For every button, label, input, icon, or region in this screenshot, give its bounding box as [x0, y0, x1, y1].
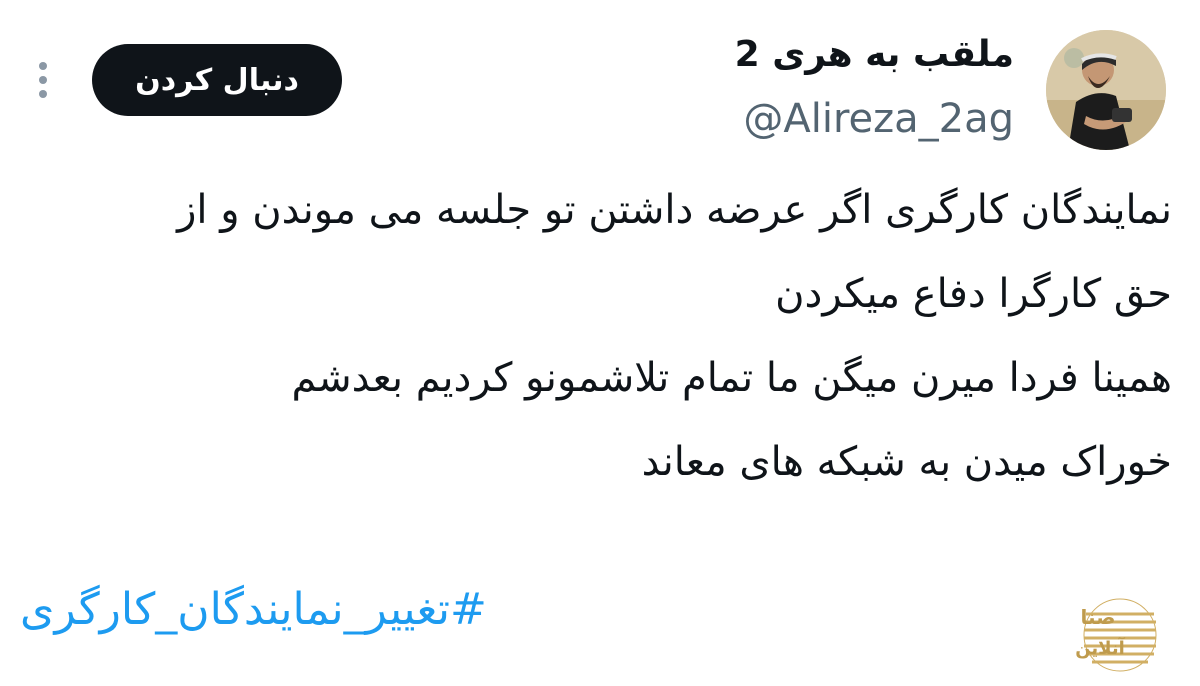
watermark-text-2: آنلاین	[1075, 636, 1125, 659]
tweet-line: خوراک میدن به شبکه های معاند	[641, 439, 1172, 485]
tweet-line: حق کارگرا دفاع میکردن	[775, 271, 1172, 317]
follow-button[interactable]: دنبال کردن	[92, 44, 342, 116]
user-photo-avatar-icon	[1046, 30, 1166, 150]
tweet-line: نمایندگان کارگری اگر عرضه داشتن تو جلسه …	[177, 187, 1172, 233]
user-handle[interactable]: @Alireza_2ag	[614, 96, 1014, 142]
avatar[interactable]	[1046, 30, 1166, 150]
display-name[interactable]: ملقب به هری 2	[614, 34, 1014, 75]
watermark-text-1: صنا	[1081, 605, 1116, 629]
tweet-text: نمایندگان کارگری اگر عرضه داشتن تو جلسه …	[14, 168, 1172, 504]
more-vertical-icon[interactable]	[28, 58, 58, 102]
tweet-line: همینا فردا میرن میگن ما تمام تلاشمونو کر…	[291, 355, 1172, 401]
hashtag-text[interactable]: #تغییر_نمایندگان_کارگری	[20, 584, 487, 635]
hashtag-link[interactable]: #تغییر_نمایندگان_کارگری	[20, 584, 660, 635]
watermark-logo: صنا آنلاین	[1058, 596, 1168, 674]
